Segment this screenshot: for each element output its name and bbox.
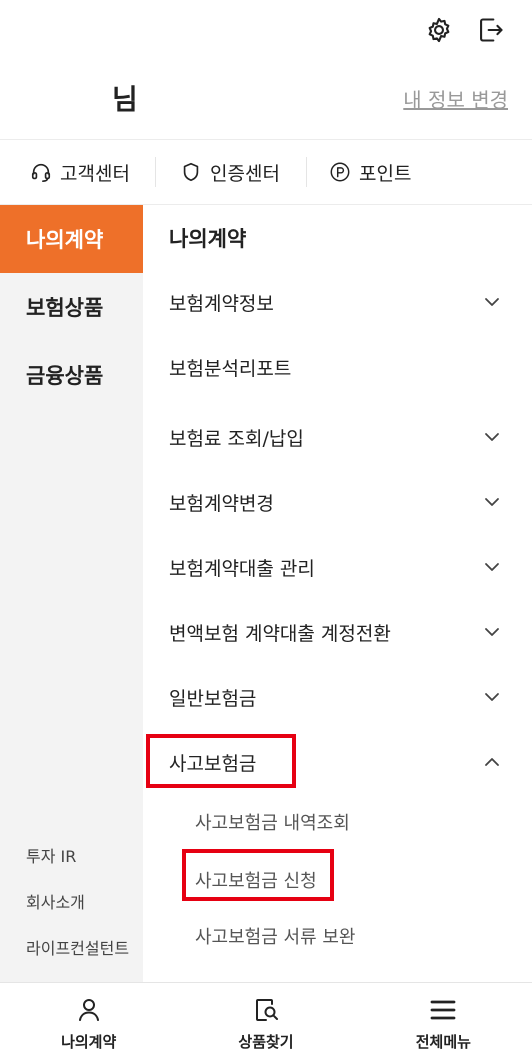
chevron-down-icon (485, 693, 499, 701)
greeting-suffix: 님 (112, 83, 138, 116)
life-consultant-link[interactable]: 라이프컨설턴트 (26, 924, 143, 970)
person-icon (78, 999, 99, 1021)
nav-product-search[interactable]: 상품찾기 (177, 983, 354, 1059)
menu-item-contract-info[interactable]: 보험계약정보 (143, 270, 532, 335)
headset-icon (31, 163, 51, 182)
quick-link-label: 포인트 (359, 162, 412, 185)
bottom-nav: 나의계약 상품찾기 전체메뉴 (0, 982, 532, 1059)
menu-item-label: 보험분석리포트 (169, 358, 292, 380)
menu-item-premium-payment[interactable]: 보험료 조회/납입 (143, 405, 532, 470)
menu-item-label: 보험계약대출 관리 (169, 558, 315, 580)
nav-all-menu[interactable]: 전체메뉴 (355, 983, 532, 1059)
chevron-down-icon (485, 433, 499, 441)
menu-item-analysis-report[interactable]: 보험분석리포트 (143, 335, 532, 400)
chevron-down-icon (485, 498, 499, 506)
point-icon (330, 162, 350, 182)
auth-center-link[interactable]: 인증센터 (156, 140, 306, 204)
quick-links-bar: 고객센터 인증센터 포인트 (0, 140, 532, 204)
nav-label: 상품찾기 (238, 1033, 294, 1051)
section-title: 나의계약 (169, 227, 247, 251)
menu-item-contract-change[interactable]: 보험계약변경 (143, 470, 532, 535)
sidebar-footer: 투자 IR 회사소개 라이프컨설턴트 (26, 832, 143, 970)
highlight-box (182, 849, 334, 901)
submenu-item-claim-docs[interactable]: 사고보험금 서류 보완 (143, 908, 532, 964)
menu-item-label: 일반보험금 (169, 688, 257, 710)
settings-gear-icon[interactable] (424, 14, 454, 46)
menu-item-label: 보험계약정보 (169, 293, 274, 315)
sidebar-item-insurance-products[interactable]: 보험상품 (0, 273, 143, 341)
quick-link-label: 고객센터 (60, 162, 130, 185)
menu-item-loan-management[interactable]: 보험계약대출 관리 (143, 535, 532, 600)
product-search-icon (255, 999, 278, 1021)
chevron-down-icon (485, 628, 499, 636)
edit-profile-link[interactable]: 내 정보 변경 (403, 84, 508, 113)
submenu-item-claim-history[interactable]: 사고보험금 내역조회 (143, 794, 532, 850)
top-bar (0, 0, 532, 62)
menu-item-label: 보험계약변경 (169, 493, 274, 515)
nav-label: 나의계약 (61, 1033, 117, 1051)
menu-item-label: 변액보험 계약대출 계정전환 (169, 623, 391, 645)
chevron-up-icon (485, 758, 499, 766)
chevron-down-icon (485, 298, 499, 306)
quick-link-label: 인증센터 (210, 162, 280, 185)
menu-item-variable-loan-switch[interactable]: 변액보험 계약대출 계정전환 (143, 600, 532, 665)
company-intro-link[interactable]: 회사소개 (26, 878, 143, 924)
highlight-box (146, 734, 296, 788)
investor-relations-link[interactable]: 투자 IR (26, 832, 143, 878)
logout-icon[interactable] (476, 14, 506, 46)
hamburger-icon (430, 1000, 456, 1020)
shield-icon (183, 162, 199, 182)
nav-label: 전체메뉴 (415, 1033, 471, 1051)
point-link[interactable]: 포인트 (307, 140, 411, 204)
sidebar-item-financial-products[interactable]: 금융상품 (0, 341, 143, 409)
category-sidebar: 나의계약 보험상품 금융상품 투자 IR 회사소개 라이프컨설턴트 (0, 205, 143, 982)
greeting-area: 님 내 정보 변경 (0, 78, 532, 118)
menu-item-general-claim[interactable]: 일반보험금 (143, 665, 532, 730)
sidebar-item-my-contract[interactable]: 나의계약 (0, 205, 143, 273)
chevron-down-icon (485, 563, 499, 571)
customer-center-link[interactable]: 고객센터 (0, 140, 155, 204)
menu-item-label: 보험료 조회/납입 (169, 428, 304, 450)
nav-my-contract[interactable]: 나의계약 (0, 983, 177, 1059)
